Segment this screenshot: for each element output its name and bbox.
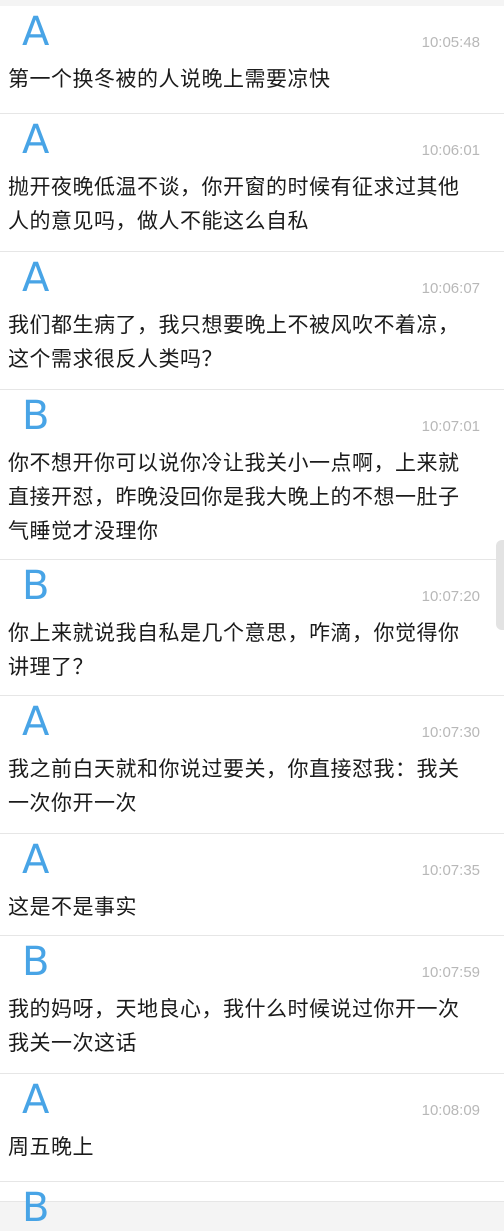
sender-label: A — [22, 699, 50, 745]
message-text: 你上来就说我自私是几个意思，咋滴，你觉得你讲理了？ — [8, 621, 460, 679]
message-text: 我之前白天就和你说过要关，你直接怼我：我关一次你开一次 — [8, 757, 460, 815]
message-timestamp: 10:07:30 — [421, 724, 480, 741]
message-timestamp: 10:08:09 — [421, 1102, 480, 1119]
sender-label: A — [22, 255, 50, 301]
message-timestamp: 10:07:20 — [421, 588, 480, 605]
message-text: 这是不是事实 — [8, 895, 137, 919]
message-timestamp: 10:06:07 — [421, 280, 480, 297]
sender-label: B — [22, 939, 50, 985]
sender-label: B — [22, 563, 50, 609]
message-text: 第一个换冬被的人说晚上需要凉快 — [8, 67, 331, 91]
sender-label: B — [22, 393, 50, 439]
chat-message[interactable]: B — [0, 1182, 504, 1230]
scroll-handle[interactable] — [496, 540, 504, 630]
message-text: 我的妈呀，天地良心，我什么时候说过你开一次我关一次这话 — [8, 997, 460, 1055]
sender-label: A — [22, 117, 50, 163]
chat-message[interactable]: A 10:07:35 这是不是事实 — [0, 834, 504, 936]
message-text: 你不想开你可以说你冷让我关小一点啊，上来就直接开怼，昨晚没回你是我大晚上的不想一… — [8, 451, 460, 543]
sender-label: B — [22, 1185, 50, 1231]
chat-message[interactable]: A 10:06:01 抛开夜晚低温不谈，你开窗的时候有征求过其他人的意见吗，做人不能… — [0, 114, 504, 252]
chat-message[interactable]: A 10:08:09 周五晚上 — [0, 1074, 504, 1182]
chat-message[interactable]: B 10:07:59 我的妈呀，天地良心，我什么时候说过你开一次我关一次这话 — [0, 936, 504, 1074]
message-timestamp: 10:07:59 — [421, 964, 480, 981]
chat-message[interactable]: B 10:07:01 你不想开你可以说你冷让我关小一点啊，上来就直接开怼，昨晚没回你… — [0, 390, 504, 560]
chat-message[interactable]: A 10:05:48 第一个换冬被的人说晚上需要凉快 — [0, 6, 504, 114]
message-text: 周五晚上 — [8, 1135, 94, 1159]
chat-message[interactable]: A 10:07:30 我之前白天就和你说过要关，你直接怼我：我关一次你开一次 — [0, 696, 504, 834]
message-text: 我们都生病了，我只想要晚上不被风吹不着凉，这个需求很反人类吗？ — [8, 313, 460, 371]
message-timestamp: 10:05:48 — [421, 34, 480, 51]
message-timestamp: 10:07:01 — [421, 418, 480, 435]
sender-label: A — [22, 1077, 50, 1123]
sender-label: A — [22, 9, 50, 55]
sender-label: A — [22, 837, 50, 883]
chat-message[interactable]: A 10:06:07 我们都生病了，我只想要晚上不被风吹不着凉，这个需求很反人类吗？ — [0, 252, 504, 390]
message-text: 抛开夜晚低温不谈，你开窗的时候有征求过其他人的意见吗，做人不能这么自私 — [8, 175, 460, 233]
message-timestamp: 10:07:35 — [421, 862, 480, 879]
chat-message[interactable]: B 10:07:20 你上来就说我自私是几个意思，咋滴，你觉得你讲理了？ — [0, 560, 504, 696]
message-timestamp: 10:06:01 — [421, 142, 480, 159]
